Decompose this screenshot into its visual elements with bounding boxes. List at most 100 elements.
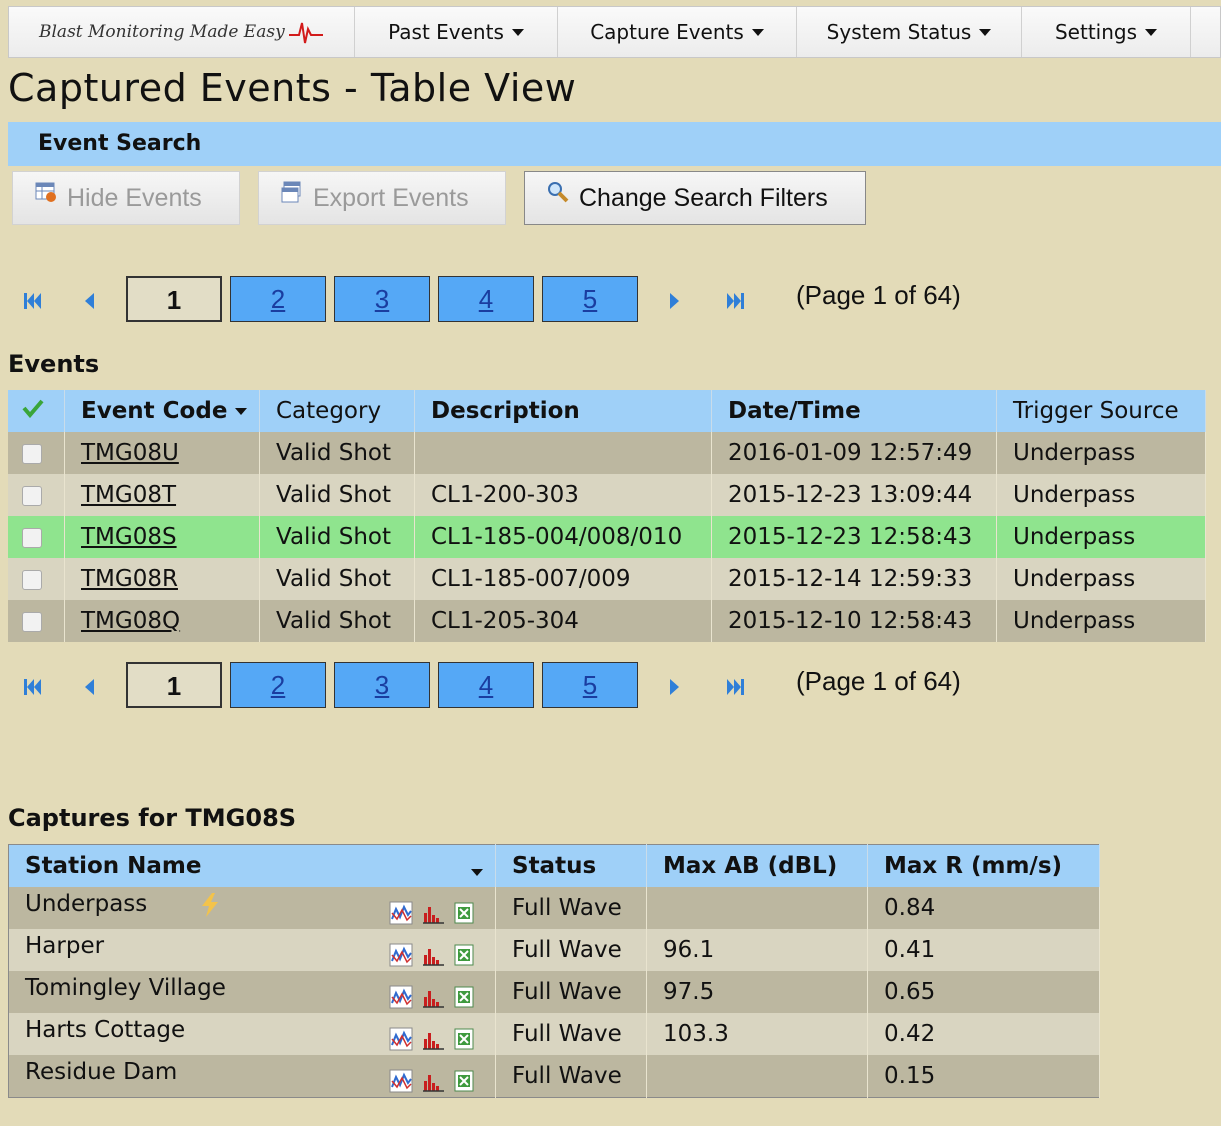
last-page-icon[interactable] (724, 676, 746, 698)
column-header-station-name[interactable]: Station Name (8, 844, 496, 887)
capture-action-icons (389, 1069, 477, 1093)
status-cell: Full Wave (495, 1013, 647, 1055)
caret-down-icon (1145, 28, 1158, 36)
category-cell: Valid Shot (259, 474, 415, 516)
table-row[interactable]: TMG08Q Valid Shot CL1-205-304 2015-12-10… (8, 600, 1206, 642)
table-row[interactable]: Harts Cottage Full Wave 103.3 0.42 (8, 1013, 1100, 1055)
menu-capture-events[interactable]: Capture Events (558, 7, 797, 57)
logo[interactable]: Blast Monitoring Made Easy (9, 7, 355, 57)
max-ab-cell: 96.1 (646, 929, 868, 971)
description-cell: CL1-205-304 (414, 600, 712, 642)
row-checkbox[interactable] (22, 485, 42, 506)
first-page-icon[interactable] (22, 676, 44, 698)
event-code-link[interactable]: TMG08R (81, 566, 178, 592)
event-code-link[interactable]: TMG08T (81, 482, 176, 508)
column-header-description[interactable]: Description (414, 390, 712, 432)
page-link-2[interactable]: 2 (230, 276, 326, 322)
hide-events-button[interactable]: Hide Events (12, 171, 240, 225)
waveform-chart-icon[interactable] (389, 1027, 413, 1051)
column-header-status[interactable]: Status (495, 844, 647, 887)
max-ab-cell: 103.3 (646, 1013, 868, 1055)
category-cell: Valid Shot (259, 600, 415, 642)
page-1-current: 1 (126, 276, 222, 322)
first-page-icon[interactable] (22, 290, 44, 312)
row-checkbox[interactable] (22, 611, 42, 632)
status-cell: Full Wave (495, 929, 647, 971)
column-header-category[interactable]: Category (259, 390, 415, 432)
histogram-chart-icon[interactable] (421, 1027, 445, 1051)
excel-export-icon[interactable] (453, 901, 477, 925)
event-code-link[interactable]: TMG08Q (81, 608, 180, 634)
histogram-chart-icon[interactable] (421, 943, 445, 967)
events-heading: Events (8, 350, 100, 378)
sort-caret-icon (471, 869, 483, 876)
column-header-datetime[interactable]: Date/Time (711, 390, 997, 432)
table-row[interactable]: TMG08R Valid Shot CL1-185-007/009 2015-1… (8, 558, 1206, 600)
station-cell: Harper (8, 929, 496, 971)
excel-export-icon[interactable] (453, 943, 477, 967)
menu-label: Capture Events (590, 20, 744, 44)
event-code-link[interactable]: TMG08U (81, 440, 179, 466)
header-label: Station Name (25, 853, 202, 879)
status-cell: Full Wave (495, 887, 647, 929)
table-row[interactable]: Tomingley Village Full Wave 97.5 0.65 (8, 971, 1100, 1013)
max-r-cell: 0.15 (867, 1055, 1100, 1098)
histogram-chart-icon[interactable] (421, 985, 445, 1009)
prev-page-icon[interactable] (80, 290, 98, 312)
histogram-chart-icon[interactable] (421, 901, 445, 925)
row-checkbox[interactable] (22, 443, 42, 464)
table-row[interactable]: TMG08U Valid Shot 2016-01-09 12:57:49 Un… (8, 432, 1206, 474)
menu-label: Past Events (388, 20, 504, 44)
category-cell: Valid Shot (259, 432, 415, 474)
menu-past-events[interactable]: Past Events (355, 7, 558, 57)
change-search-filters-button[interactable]: Change Search Filters (524, 171, 866, 225)
prev-page-icon[interactable] (80, 676, 98, 698)
page-link-3[interactable]: 3 (334, 662, 430, 708)
page-link-5[interactable]: 5 (542, 276, 638, 322)
menu-system-status[interactable]: System Status (797, 7, 1022, 57)
menu-settings[interactable]: Settings (1022, 7, 1191, 57)
column-header-max-r[interactable]: Max R (mm/s) (867, 844, 1100, 887)
capture-action-icons (389, 985, 477, 1009)
column-header-trigger-source[interactable]: Trigger Source (996, 390, 1206, 432)
table-row[interactable]: Residue Dam Full Wave 0.15 (8, 1055, 1100, 1098)
next-page-icon[interactable] (666, 676, 684, 698)
event-code-link[interactable]: TMG08S (81, 524, 177, 550)
description-cell (414, 432, 712, 474)
page-link-5[interactable]: 5 (542, 662, 638, 708)
export-events-button[interactable]: Export Events (258, 171, 506, 225)
station-name: Residue Dam (25, 1059, 178, 1085)
excel-export-icon[interactable] (453, 1069, 477, 1093)
column-header-event-code[interactable]: Event Code (64, 390, 260, 432)
caret-down-icon (979, 28, 992, 36)
events-table: Event Code Category Description Date/Tim… (8, 390, 1206, 642)
table-row[interactable]: Underpass Full Wave 0.84 (8, 887, 1100, 929)
waveform-chart-icon[interactable] (389, 1069, 413, 1093)
event-search-label: Event Search (38, 131, 202, 156)
status-cell: Full Wave (495, 1055, 647, 1098)
max-ab-cell (646, 1055, 868, 1098)
waveform-chart-icon[interactable] (389, 901, 413, 925)
row-checkbox[interactable] (22, 527, 42, 548)
select-all-header[interactable] (8, 390, 65, 432)
excel-export-icon[interactable] (453, 1027, 477, 1051)
excel-export-icon[interactable] (453, 985, 477, 1009)
table-row[interactable]: Harper Full Wave 96.1 0.41 (8, 929, 1100, 971)
station-name: Underpass (25, 891, 148, 917)
page-link-4[interactable]: 4 (438, 662, 534, 708)
icon-group (389, 941, 477, 967)
page-1-current: 1 (126, 662, 222, 708)
histogram-chart-icon[interactable] (421, 1069, 445, 1093)
table-row[interactable]: TMG08T Valid Shot CL1-200-303 2015-12-23… (8, 474, 1206, 516)
page-link-4[interactable]: 4 (438, 276, 534, 322)
last-page-icon[interactable] (724, 290, 746, 312)
page-link-2[interactable]: 2 (230, 662, 326, 708)
event-search-bar[interactable]: Event Search (8, 122, 1221, 166)
waveform-chart-icon[interactable] (389, 943, 413, 967)
column-header-max-ab[interactable]: Max AB (dBL) (646, 844, 868, 887)
page-link-3[interactable]: 3 (334, 276, 430, 322)
row-checkbox[interactable] (22, 569, 42, 590)
table-row-selected[interactable]: TMG08S Valid Shot CL1-185-004/008/010 20… (8, 516, 1206, 558)
next-page-icon[interactable] (666, 290, 684, 312)
waveform-chart-icon[interactable] (389, 985, 413, 1009)
